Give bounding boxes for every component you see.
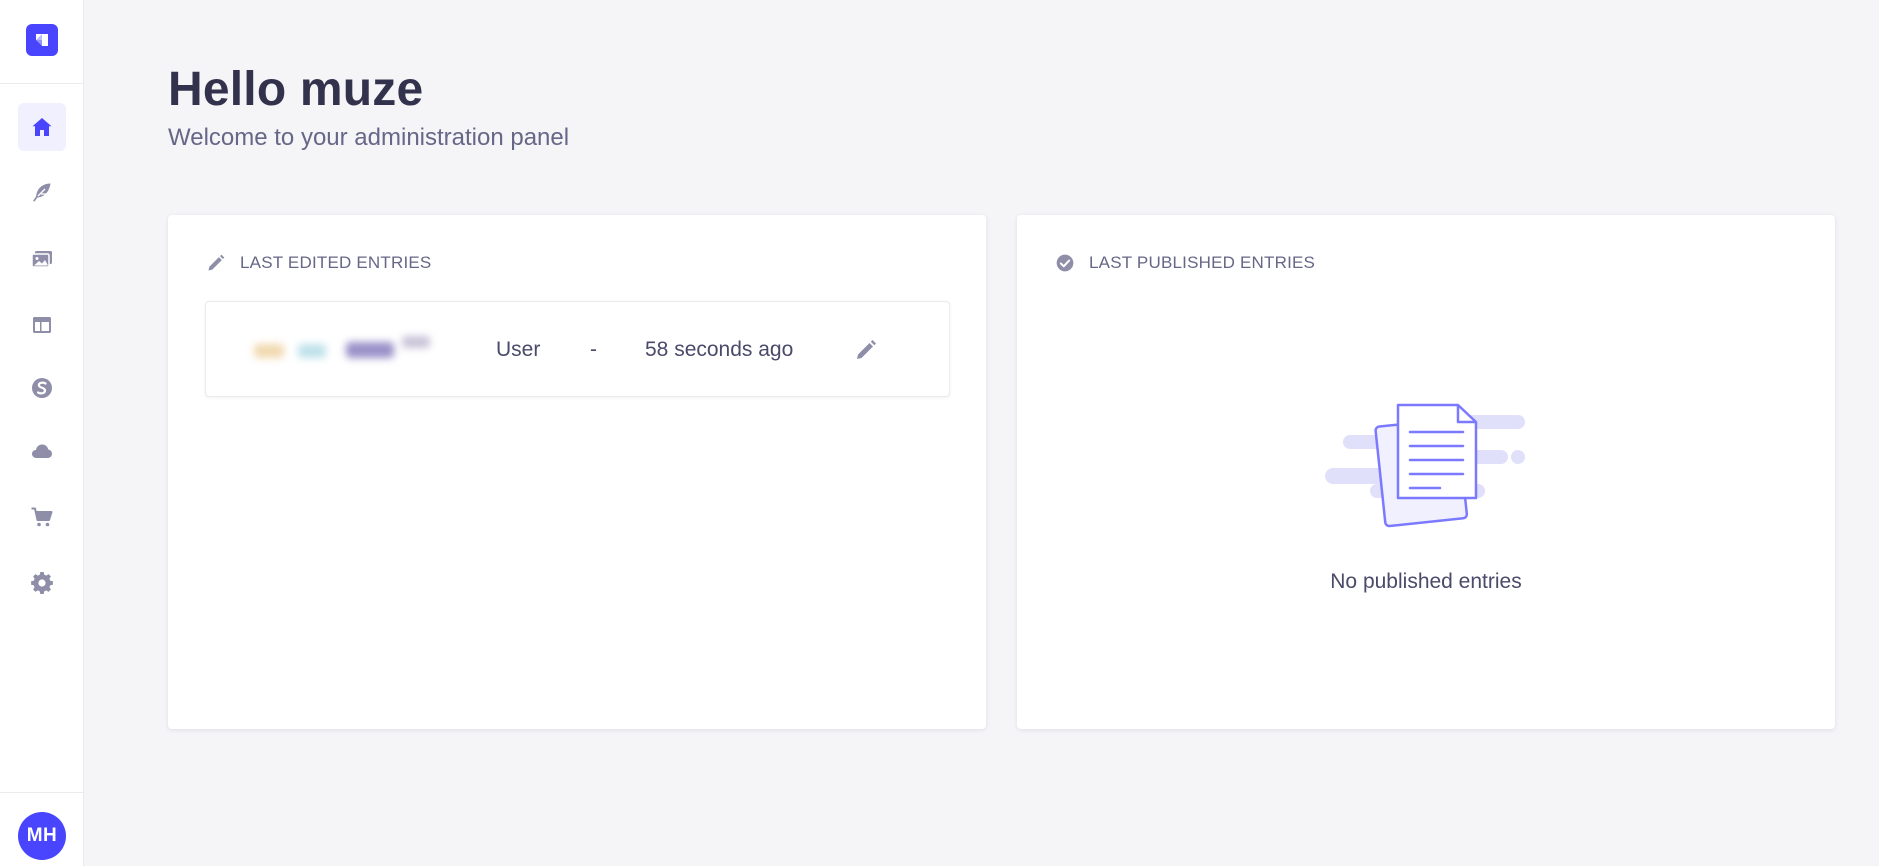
sidebar-divider (0, 792, 84, 793)
sidebar-item-home[interactable] (18, 103, 66, 151)
card-header: LAST EDITED ENTRIES (206, 253, 431, 273)
feather-icon (33, 183, 51, 202)
pencil-icon (208, 254, 225, 271)
home-icon (32, 118, 52, 136)
blurred-entry-name (254, 336, 434, 364)
sidebar-item-cloud[interactable] (18, 427, 66, 475)
sidebar-item-plugin-s[interactable] (18, 364, 66, 412)
check-circle-icon (1056, 254, 1074, 272)
strapi-logo-icon[interactable] (26, 24, 58, 56)
edit-entry-pencil-icon[interactable] (854, 338, 878, 362)
sidebar-item-content-manager[interactable] (18, 168, 66, 216)
page-subtitle: Welcome to your administration panel (168, 124, 570, 151)
sidebar-item-marketplace[interactable] (18, 493, 66, 541)
s-plugin-icon (32, 378, 52, 398)
page-title: Hello muze (168, 63, 424, 116)
gear-icon (31, 572, 53, 594)
main-sidebar: MH (0, 0, 84, 866)
layout-icon (33, 317, 51, 333)
card-heading: LAST EDITED ENTRIES (240, 253, 432, 272)
entry-row[interactable]: User - 58 seconds ago (205, 301, 950, 397)
last-published-entries-card: LAST PUBLISHED ENTRIES No published entr… (1017, 215, 1835, 729)
sidebar-item-media-library[interactable] (18, 235, 66, 283)
empty-documents-illustration (1325, 403, 1525, 528)
last-edited-entries-card: LAST EDITED ENTRIES User - 58 seconds ag… (168, 215, 986, 729)
cart-icon (31, 507, 53, 527)
cloud-icon (32, 444, 52, 458)
entry-updated-time: 58 seconds ago (645, 338, 794, 361)
sidebar-item-settings[interactable] (18, 559, 66, 607)
sidebar-divider (0, 83, 84, 84)
entry-separator: - (590, 338, 597, 361)
sidebar-item-content-type-builder[interactable] (18, 301, 66, 349)
user-avatar[interactable]: MH (18, 812, 66, 860)
card-heading: LAST PUBLISHED ENTRIES (1089, 253, 1316, 272)
entry-content-type: User (496, 338, 541, 361)
empty-state-text: No published entries (1330, 570, 1522, 593)
images-icon (31, 251, 52, 268)
card-header: LAST PUBLISHED ENTRIES (1055, 253, 1315, 273)
